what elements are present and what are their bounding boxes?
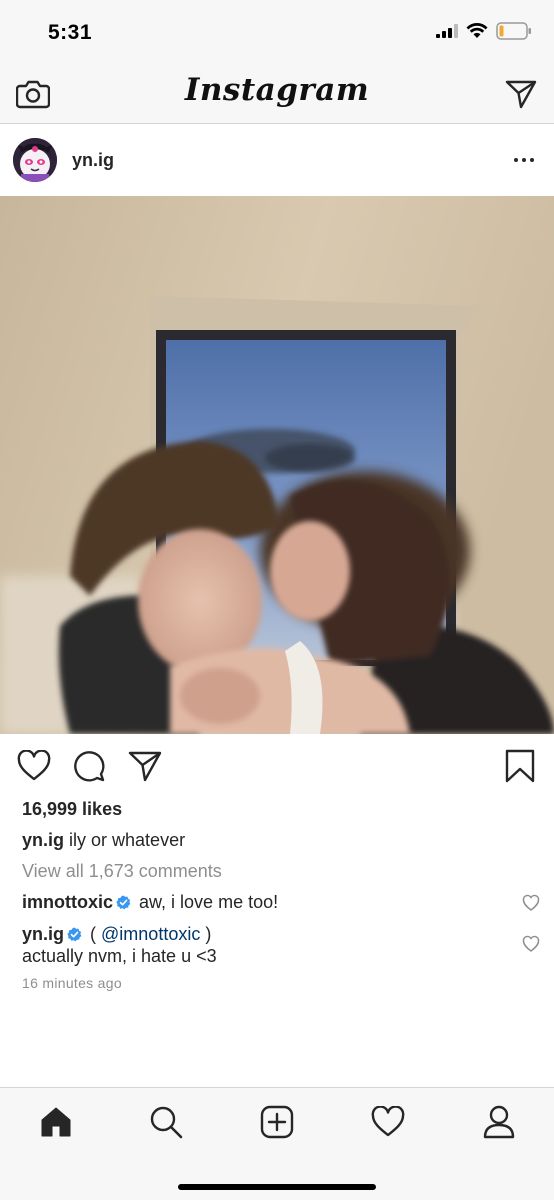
tab-new-post[interactable]: [257, 1102, 297, 1142]
verified-badge-icon: [116, 895, 131, 910]
verified-badge-icon: [67, 927, 82, 942]
avatar[interactable]: [13, 138, 57, 182]
comment-icon: [74, 751, 105, 782]
app-header: Instagram: [0, 62, 554, 124]
profile-icon: [483, 1105, 515, 1139]
comment-item: yn.ig ( @imnottoxic ) actually nvm, i ha…: [22, 923, 522, 967]
post-header: yn.ig: [0, 124, 554, 196]
comment-prefix: (: [90, 924, 102, 944]
instagram-logo: Instagram: [184, 72, 370, 108]
view-all-comments-link[interactable]: View all 1,673 comments: [22, 861, 222, 882]
caption-username[interactable]: yn.ig: [22, 830, 64, 850]
search-icon: [150, 1106, 183, 1139]
comment-like-icon[interactable]: [522, 894, 540, 912]
signal-icon: [436, 24, 458, 38]
activity-icon: [371, 1106, 405, 1137]
comment-text: actually nvm, i hate u <3: [22, 946, 217, 966]
tab-bar: [0, 1087, 554, 1200]
photo-of-couple-by-window: [0, 196, 554, 734]
caption: yn.ig ily or whatever: [22, 830, 185, 851]
caption-text: ily or whatever: [69, 830, 186, 850]
comment-text: aw, i love me too!: [139, 892, 279, 912]
direct-message-icon: [505, 80, 537, 109]
battery-icon: [496, 22, 531, 40]
comment-like-icon[interactable]: [522, 935, 540, 953]
direct-message-button[interactable]: [503, 76, 539, 112]
like-icon: [17, 750, 51, 781]
likes-count[interactable]: 16,999 likes: [22, 799, 122, 820]
avatar-image: [13, 138, 57, 182]
post-timestamp: 16 minutes ago: [22, 975, 122, 991]
comment-username[interactable]: yn.ig: [22, 924, 64, 944]
save-icon: [505, 749, 535, 783]
action-bar: [0, 734, 554, 796]
comment-mention[interactable]: @imnottoxic: [101, 924, 200, 944]
save-button[interactable]: [502, 748, 538, 784]
status-time: 5:31: [48, 21, 93, 44]
home-icon: [41, 1107, 71, 1137]
status-icons: [436, 22, 532, 40]
tab-profile[interactable]: [479, 1102, 519, 1142]
post-username[interactable]: yn.ig: [72, 150, 114, 171]
tab-search[interactable]: [146, 1102, 186, 1142]
comment-button[interactable]: [71, 748, 107, 784]
comment-item: imnottoxic aw, i love me too!: [22, 891, 522, 913]
status-bar: 5:31: [0, 0, 554, 62]
post-photo[interactable]: [0, 196, 554, 734]
share-button[interactable]: [127, 748, 163, 784]
new-post-icon: [260, 1105, 294, 1139]
wifi-icon: [466, 23, 488, 38]
comment-suffix: ): [200, 924, 212, 944]
tab-home[interactable]: [36, 1102, 76, 1142]
comment-username[interactable]: imnottoxic: [22, 892, 113, 912]
tab-activity[interactable]: [368, 1102, 408, 1142]
home-indicator[interactable]: [178, 1184, 376, 1190]
share-icon: [128, 751, 162, 782]
more-options-icon[interactable]: [512, 150, 536, 170]
like-button[interactable]: [16, 748, 52, 784]
